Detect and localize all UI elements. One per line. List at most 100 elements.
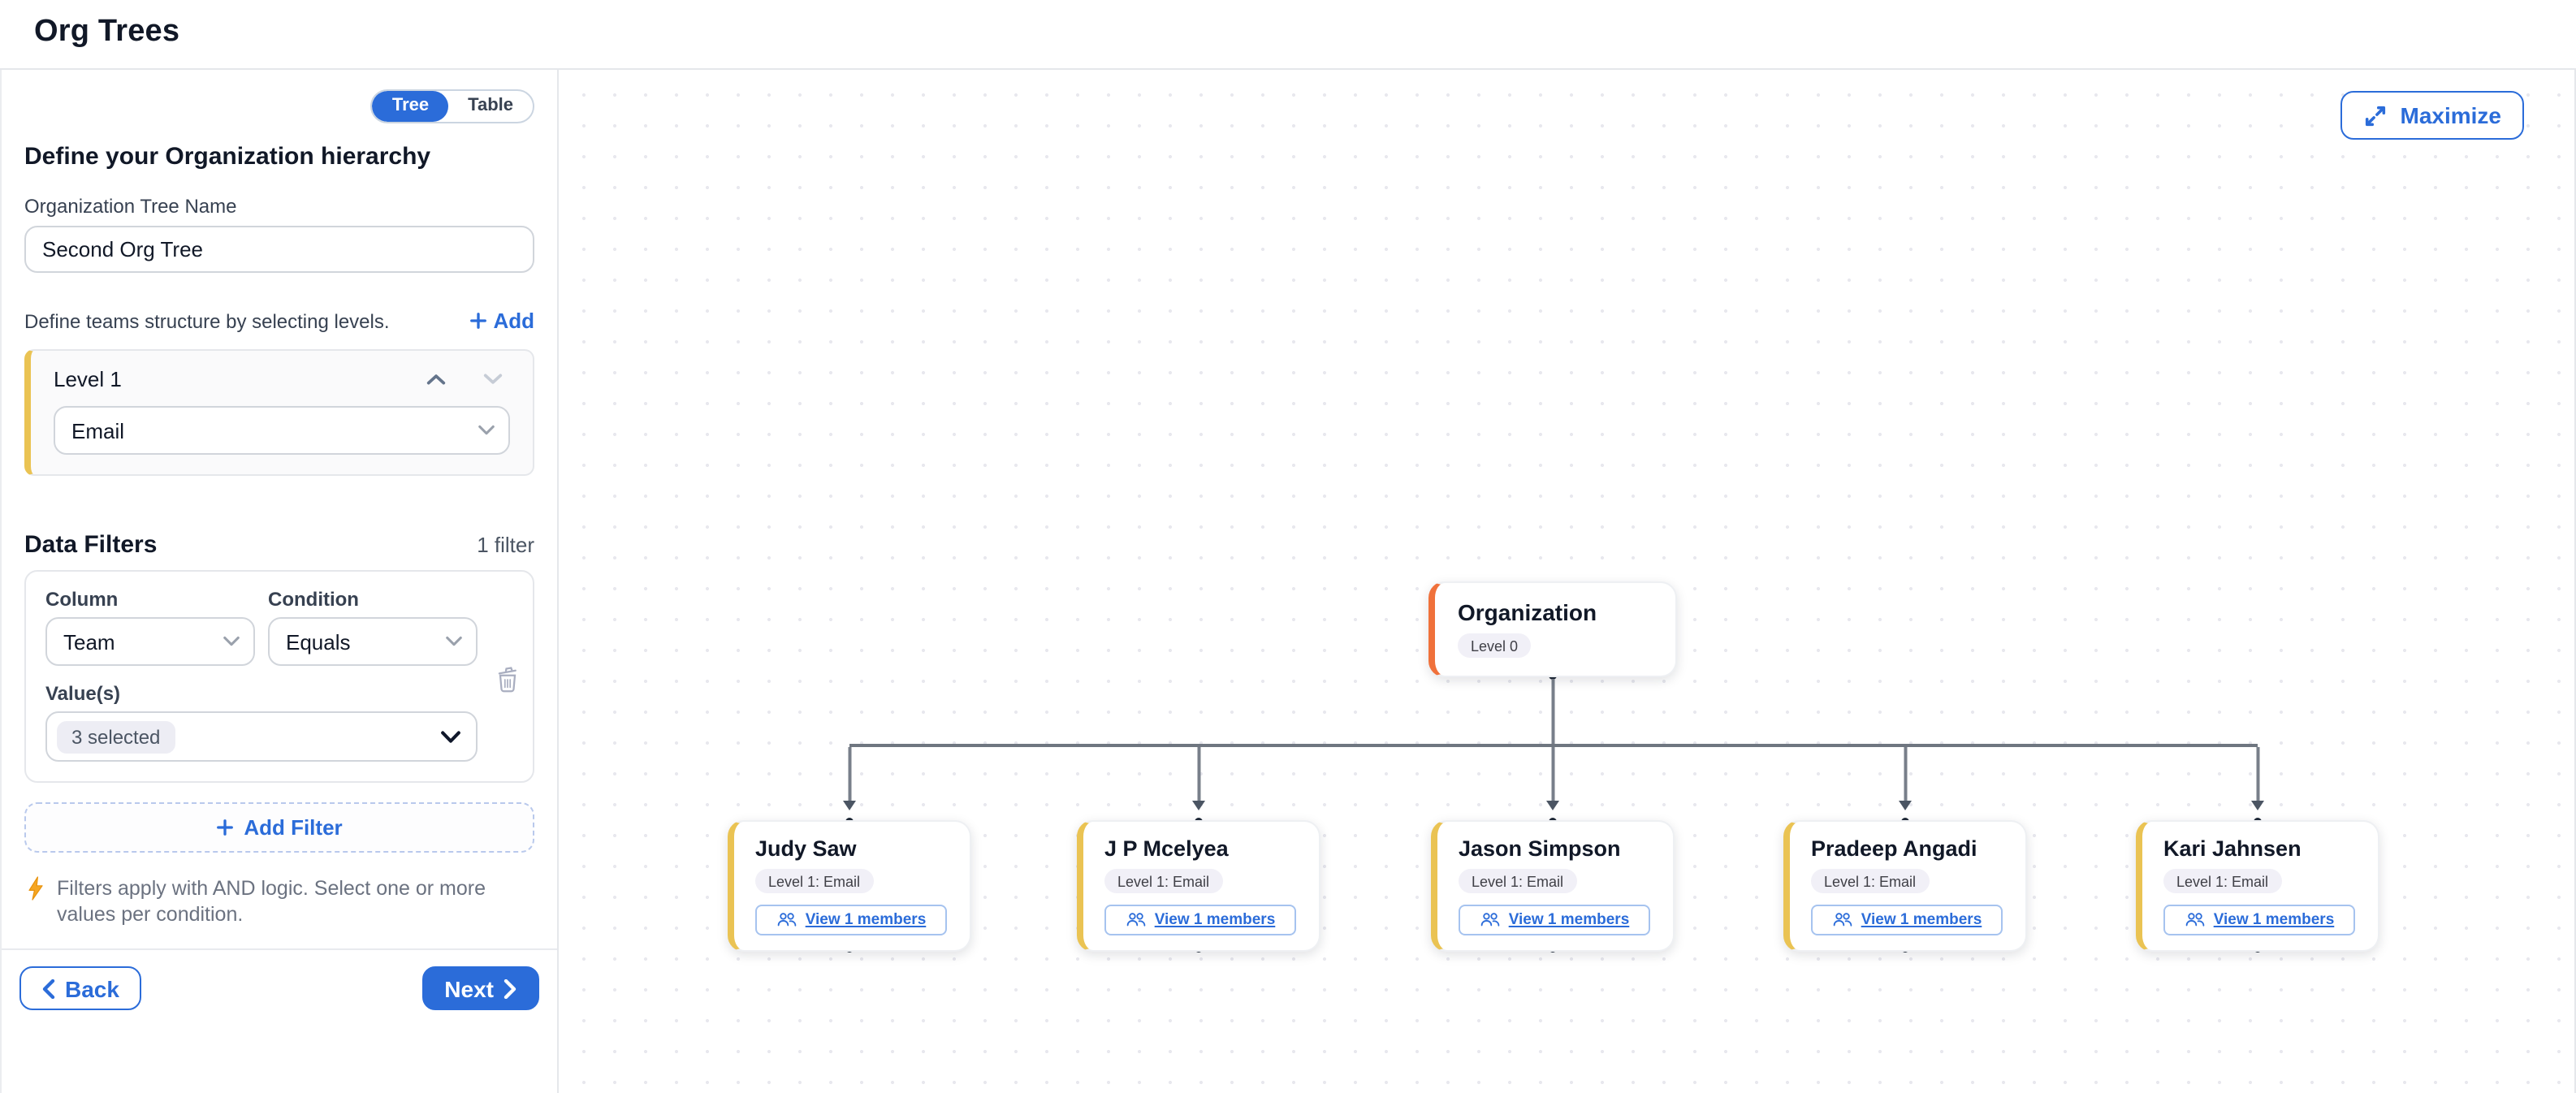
- view-toggle: Tree Table: [371, 89, 534, 123]
- top-bar: Org Trees: [0, 0, 2576, 70]
- filter-card: Column Team Condition Equals: [24, 570, 534, 783]
- node-title: Judy Saw: [755, 836, 947, 861]
- back-label: Back: [65, 975, 119, 1001]
- people-group-icon: [2185, 911, 2206, 927]
- level-card: Level 1 Email: [24, 349, 534, 476]
- plus-icon: [469, 312, 486, 330]
- level-title: Level 1: [54, 367, 122, 391]
- chevron-down-icon: [223, 635, 240, 648]
- view-members-button[interactable]: View 1 members: [1104, 904, 1296, 935]
- org-node[interactable]: J P Mcelyea Level 1: Email View 1 member…: [1077, 820, 1320, 951]
- node-level-badge: Level 1: Email: [1811, 869, 1929, 893]
- people-group-icon: [776, 911, 797, 927]
- values-label: Value(s): [45, 682, 513, 705]
- view-members-button[interactable]: View 1 members: [755, 904, 947, 935]
- node-title: Organization: [1458, 599, 1653, 625]
- data-filters-heading: Data Filters: [24, 531, 157, 559]
- connector-arrow: [843, 801, 856, 810]
- chevron-left-icon: [42, 979, 55, 998]
- filter-values-select[interactable]: 3 selected: [45, 711, 478, 762]
- view-members-button[interactable]: View 1 members: [2163, 904, 2355, 935]
- delete-filter-button[interactable]: [495, 666, 520, 693]
- connector-line: [1552, 679, 1554, 744]
- expand-arrows-icon: [2363, 103, 2388, 127]
- trash-icon: [495, 666, 520, 693]
- node-title: Jason Simpson: [1459, 836, 1650, 861]
- people-group-icon: [1126, 911, 1147, 927]
- add-filter-label: Add Filter: [244, 815, 342, 840]
- tree-name-input[interactable]: [24, 226, 534, 273]
- level-column-select[interactable]: Email: [54, 406, 510, 455]
- app: Org Trees Tree Table Define your Organiz…: [0, 0, 2576, 1093]
- add-level-button[interactable]: Add: [469, 309, 534, 333]
- view-members-label: View 1 members: [1155, 910, 1276, 928]
- connector-line: [2257, 747, 2259, 802]
- view-members-label: View 1 members: [806, 910, 927, 928]
- node-title: J P Mcelyea: [1104, 836, 1296, 861]
- add-filter-button[interactable]: Add Filter: [24, 802, 534, 853]
- node-level-badge: Level 0: [1458, 633, 1531, 658]
- org-node[interactable]: Kari Jahnsen Level 1: Email View 1 membe…: [2136, 820, 2379, 951]
- hierarchy-sidebar: Tree Table Define your Organization hier…: [0, 70, 559, 1093]
- filters-note-text: Filters apply with AND logic. Select one…: [57, 875, 521, 927]
- level-column-value: Email: [71, 418, 124, 443]
- chevron-down-icon: [445, 635, 463, 648]
- filter-condition-value: Equals: [286, 629, 351, 654]
- view-members-button[interactable]: View 1 members: [1459, 904, 1650, 935]
- tree-name-label: Organization Tree Name: [24, 195, 534, 218]
- filter-column-select[interactable]: Team: [45, 617, 255, 666]
- node-level-badge: Level 1: Email: [1104, 869, 1222, 893]
- connector-arrow: [1899, 801, 1912, 810]
- people-group-icon: [1832, 911, 1853, 927]
- maximize-button[interactable]: Maximize: [2340, 91, 2525, 140]
- org-node[interactable]: Judy Saw Level 1: Email View 1 members: [728, 820, 971, 951]
- back-button[interactable]: Back: [19, 966, 142, 1010]
- page-title: Org Trees: [34, 15, 179, 50]
- condition-label: Condition: [268, 588, 478, 611]
- connector-arrow: [1192, 801, 1205, 810]
- node-level-badge: Level 1: Email: [1459, 869, 1576, 893]
- filter-condition-select[interactable]: Equals: [268, 617, 478, 666]
- view-members-label: View 1 members: [1861, 910, 1982, 928]
- next-label: Next: [444, 975, 494, 1001]
- connector-line: [1198, 747, 1200, 802]
- node-title: Pradeep Angadi: [1811, 836, 2003, 861]
- selected-values-chip: 3 selected: [57, 720, 175, 753]
- chevron-down-icon: [478, 424, 495, 437]
- column-label: Column: [45, 588, 255, 611]
- plus-icon: [216, 819, 234, 836]
- view-members-label: View 1 members: [1509, 910, 1630, 928]
- node-level-badge: Level 1: Email: [755, 869, 873, 893]
- filter-column-value: Team: [63, 629, 115, 654]
- connector-line: [1552, 747, 1554, 802]
- move-level-down-button[interactable]: [482, 372, 504, 387]
- add-level-label: Add: [493, 309, 534, 333]
- connector-line: [849, 747, 851, 802]
- node-title: Kari Jahnsen: [2163, 836, 2355, 861]
- toggle-table[interactable]: Table: [448, 91, 533, 122]
- move-level-up-button[interactable]: [426, 372, 447, 387]
- toggle-tree[interactable]: Tree: [373, 91, 448, 122]
- org-node[interactable]: Pradeep Angadi Level 1: Email View 1 mem…: [1783, 820, 2027, 951]
- filter-count-badge: 1 filter: [477, 533, 534, 557]
- sidebar-heading: Define your Organization hierarchy: [24, 143, 534, 171]
- lightning-bolt-icon: [26, 875, 45, 901]
- org-node-root[interactable]: Organization Level 0: [1428, 581, 1677, 676]
- filters-note: Filters apply with AND logic. Select one…: [24, 875, 534, 927]
- maximize-label: Maximize: [2401, 102, 2502, 128]
- next-button[interactable]: Next: [421, 966, 539, 1010]
- connector-arrow: [2251, 801, 2264, 810]
- people-group-icon: [1480, 911, 1501, 927]
- connector-arrow: [1546, 801, 1559, 810]
- chevron-down-icon: [440, 729, 461, 744]
- view-toggle-row: Tree Table: [24, 89, 534, 123]
- org-tree-canvas[interactable]: Maximize Organization Level 0: [559, 70, 2576, 1093]
- levels-description: Define teams structure by selecting leve…: [24, 309, 390, 332]
- connector-line: [1904, 747, 1907, 802]
- view-members-button[interactable]: View 1 members: [1811, 904, 2003, 935]
- chevron-right-icon: [504, 979, 516, 998]
- sidebar-footer: Back Next: [2, 948, 557, 1010]
- node-level-badge: Level 1: Email: [2163, 869, 2281, 893]
- view-members-label: View 1 members: [2214, 910, 2335, 928]
- org-node[interactable]: Jason Simpson Level 1: Email View 1 memb…: [1431, 820, 1675, 951]
